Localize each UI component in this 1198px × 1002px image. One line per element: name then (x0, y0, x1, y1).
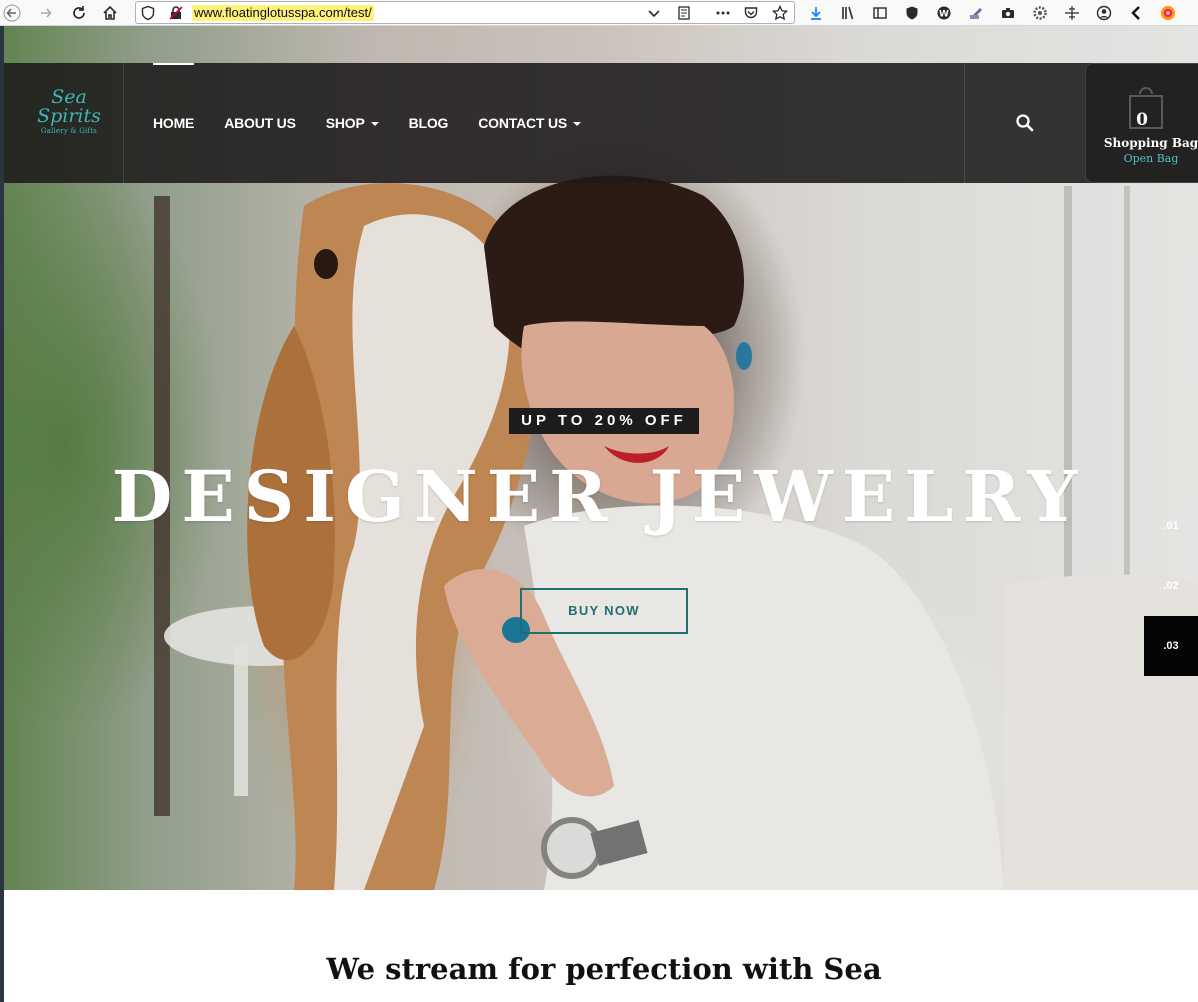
browser-toolbar: www.floatinglotusspa.com/test/ W (0, 0, 1198, 26)
buy-now-button[interactable]: BUY NOW (520, 588, 688, 634)
nav-label-about-us: ABOUT US (224, 115, 296, 131)
section-heading: We stream for perfection with Sea (326, 952, 882, 986)
more-icon[interactable] (713, 3, 733, 23)
url-text[interactable]: www.floatinglotusspa.com/test/ (192, 5, 374, 21)
nav-label-shop: SHOP (325, 115, 365, 131)
nav-item-home[interactable]: HOME (153, 63, 195, 183)
shield-icon[interactable] (138, 3, 158, 23)
slide-indicator-3[interactable]: .03 (1144, 616, 1198, 676)
slide-indicator-1[interactable]: .01 (1144, 496, 1198, 556)
sidebar-icon[interactable] (870, 3, 890, 23)
nav-label-contact-us: CONTACT US (478, 115, 567, 131)
download-icon[interactable] (806, 3, 826, 23)
reader-view-icon[interactable] (674, 3, 694, 23)
site-header: Sea Spirits Gallery & Gifts HOME ABOUT U… (4, 63, 1198, 183)
cart-label: Shopping Bag (1103, 136, 1198, 150)
home-icon[interactable] (100, 3, 120, 23)
move-icon[interactable] (1062, 3, 1082, 23)
bookmark-star-icon[interactable] (770, 3, 790, 23)
back-icon[interactable] (2, 3, 22, 23)
nav-label-home: HOME (153, 115, 195, 131)
open-bag-link[interactable]: Open Bag (1086, 152, 1198, 165)
pocket-icon[interactable] (741, 3, 761, 23)
nav-item-shop[interactable]: SHOP (326, 63, 379, 183)
search-button[interactable] (964, 63, 1085, 183)
hero-title: DESIGNER JEWELRY (111, 455, 1087, 538)
back-arrow-icon[interactable] (1126, 3, 1146, 23)
main-nav: HOME ABOUT US SHOP BLOG CONTACT US (153, 63, 611, 183)
logo-subtitle: Gallery & Gifts (40, 127, 98, 135)
logo-text: Sea Spirits Gallery & Gifts (34, 88, 104, 136)
privacy-shield-icon[interactable] (902, 3, 922, 23)
reload-icon[interactable] (69, 3, 89, 23)
extension-icon[interactable]: W (934, 3, 954, 23)
svg-text:W: W (939, 10, 949, 20)
forward-icon[interactable] (36, 3, 56, 23)
nav-item-contact-us[interactable]: CONTACT US (478, 63, 581, 183)
screenshot-icon[interactable] (966, 3, 986, 23)
account-icon[interactable] (1094, 3, 1114, 23)
chevron-down-icon[interactable] (644, 3, 664, 23)
nav-item-blog[interactable]: BLOG (409, 63, 449, 183)
caret-down-icon (370, 122, 379, 127)
gear-icon[interactable] (1030, 3, 1050, 23)
slide-indicator-2[interactable]: .02 (1144, 556, 1198, 616)
caret-down-icon (573, 122, 581, 127)
promo-badge: UP TO 20% OFF (509, 408, 699, 434)
shopping-bag[interactable]: 0 Shopping Bag Open Bag (1085, 63, 1198, 183)
library-icon[interactable] (838, 3, 858, 23)
logo-line2: Spirits (37, 105, 101, 127)
camera-icon[interactable] (998, 3, 1018, 23)
insecure-lock-icon[interactable] (166, 3, 186, 23)
logo[interactable]: Sea Spirits Gallery & Gifts (4, 63, 124, 183)
address-bar[interactable]: www.floatinglotusspa.com/test/ (135, 1, 795, 24)
cart-count: 0 (1136, 110, 1148, 130)
nav-item-about-us[interactable]: ABOUT US (224, 63, 296, 183)
firefox-icon[interactable] (1158, 3, 1178, 23)
search-icon[interactable] (1015, 113, 1035, 133)
nav-label-blog: BLOG (408, 115, 449, 131)
